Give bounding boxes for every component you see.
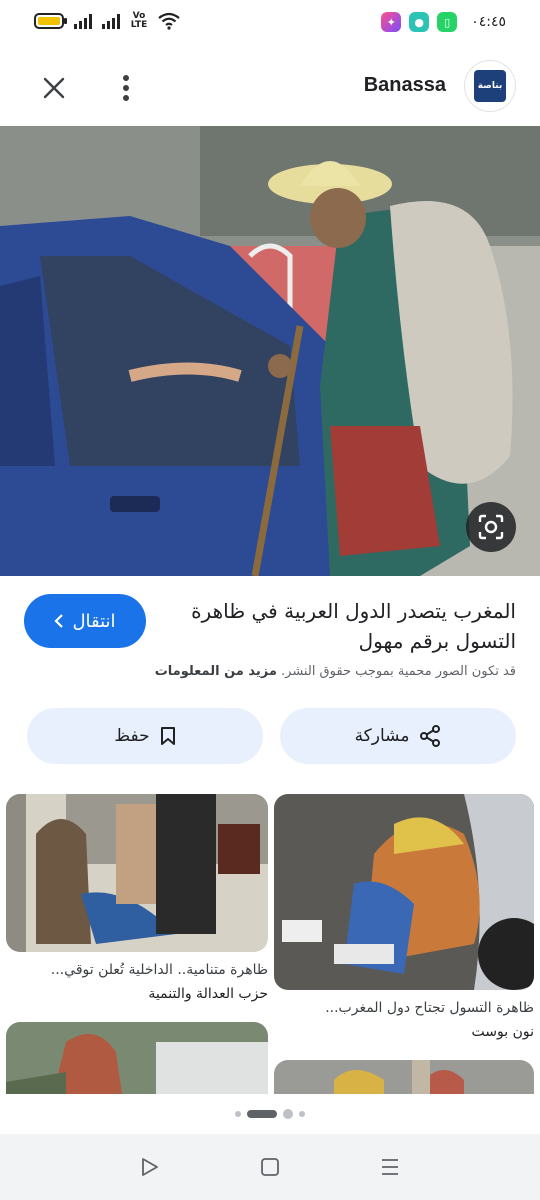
back-triangle-icon (142, 1158, 158, 1176)
learn-more-link[interactable]: مزيد من المعلومات (155, 664, 277, 679)
chevron-left-icon (54, 614, 64, 628)
share-label: مشاركة (354, 726, 410, 746)
viewer-header: Banassa بناصة (0, 48, 540, 126)
signal-icon (74, 13, 92, 29)
bookmark-icon (160, 727, 175, 745)
visit-button[interactable]: انتقال (24, 594, 146, 648)
save-label: حفظ (114, 726, 150, 746)
close-icon (43, 77, 65, 99)
related-card[interactable] (274, 1060, 534, 1094)
related-source: حزب العدالة والتنمية (148, 986, 268, 1002)
main-image[interactable] (0, 126, 540, 576)
whatsapp-business-icon: ▯ (437, 12, 458, 32)
related-caption: ظاهرة متنامية.. الداخلية تُعلن توقي... (50, 962, 268, 978)
page-dot (299, 1111, 305, 1117)
nav-home-button[interactable] (250, 1147, 290, 1187)
related-card[interactable]: ظاهرة التسول تجتاح دول المغرب... نون بوس… (274, 794, 534, 1040)
related-thumbnail (274, 794, 534, 990)
source-logo[interactable]: بناصة (464, 60, 516, 112)
related-source: نون بوست (471, 1024, 534, 1040)
home-square-icon (261, 1158, 279, 1176)
nav-back-button[interactable] (130, 1147, 170, 1187)
logo-badge: بناصة (474, 70, 506, 102)
lens-button[interactable] (466, 502, 516, 552)
copyright-notice: قد تكون الصور محمية بموجب حقوق النشر. مز… (26, 664, 516, 679)
source-name[interactable]: Banassa (364, 74, 446, 97)
more-options-button[interactable] (106, 68, 146, 108)
page-indicator (0, 1108, 540, 1120)
status-left-group: Vo LTE (34, 12, 180, 30)
related-card[interactable] (6, 1022, 268, 1094)
status-bar: Vo LTE ✦ ● ▯ ٠٤:٤٥ (0, 0, 540, 48)
volte-icon: Vo LTE (130, 11, 148, 30)
battery-icon (34, 13, 67, 29)
signal-icon-2 (102, 13, 120, 29)
image-title: المغرب يتصدر الدول العربية في ظاهرة التس… (191, 599, 516, 653)
messenger-icon: ● (409, 12, 430, 32)
status-right-group: ✦ ● ▯ ٠٤:٤٥ (381, 12, 506, 32)
lens-icon (478, 514, 504, 540)
wifi-icon (158, 12, 180, 30)
info-panel: انتقال المغرب يتصدر الدول العربية في ظاه… (0, 576, 540, 796)
related-thumbnail (6, 1022, 268, 1094)
more-vert-icon (123, 75, 129, 101)
clock: ٠٤:٤٥ (471, 14, 506, 30)
beggar-car-photo (0, 126, 540, 576)
save-button[interactable]: حفظ (27, 708, 263, 764)
page-dot (235, 1111, 241, 1117)
logo-text: بناصة (477, 81, 503, 91)
related-card[interactable]: ظاهرة متنامية.. الداخلية تُعلن توقي... ح… (6, 794, 268, 1002)
close-button[interactable] (34, 68, 74, 108)
menu-lines-icon (382, 1159, 398, 1175)
page-dot (283, 1109, 293, 1119)
related-caption: ظاهرة التسول تجتاح دول المغرب... (325, 1000, 534, 1016)
related-thumbnail (6, 794, 268, 952)
nav-recents-button[interactable] (370, 1147, 410, 1187)
copyright-text: قد تكون الصور محمية بموجب حقوق النشر. (281, 664, 516, 679)
notification-app-icon: ✦ (381, 12, 402, 32)
share-button[interactable]: مشاركة (280, 708, 516, 764)
related-images: ظاهرة التسول تجتاح دول المغرب... نون بوس… (0, 790, 540, 1094)
related-thumbnail (274, 1060, 534, 1094)
share-icon (420, 725, 441, 747)
page-dot-active (247, 1110, 277, 1118)
visit-label: انتقال (72, 610, 116, 632)
system-nav-bar (0, 1134, 540, 1200)
